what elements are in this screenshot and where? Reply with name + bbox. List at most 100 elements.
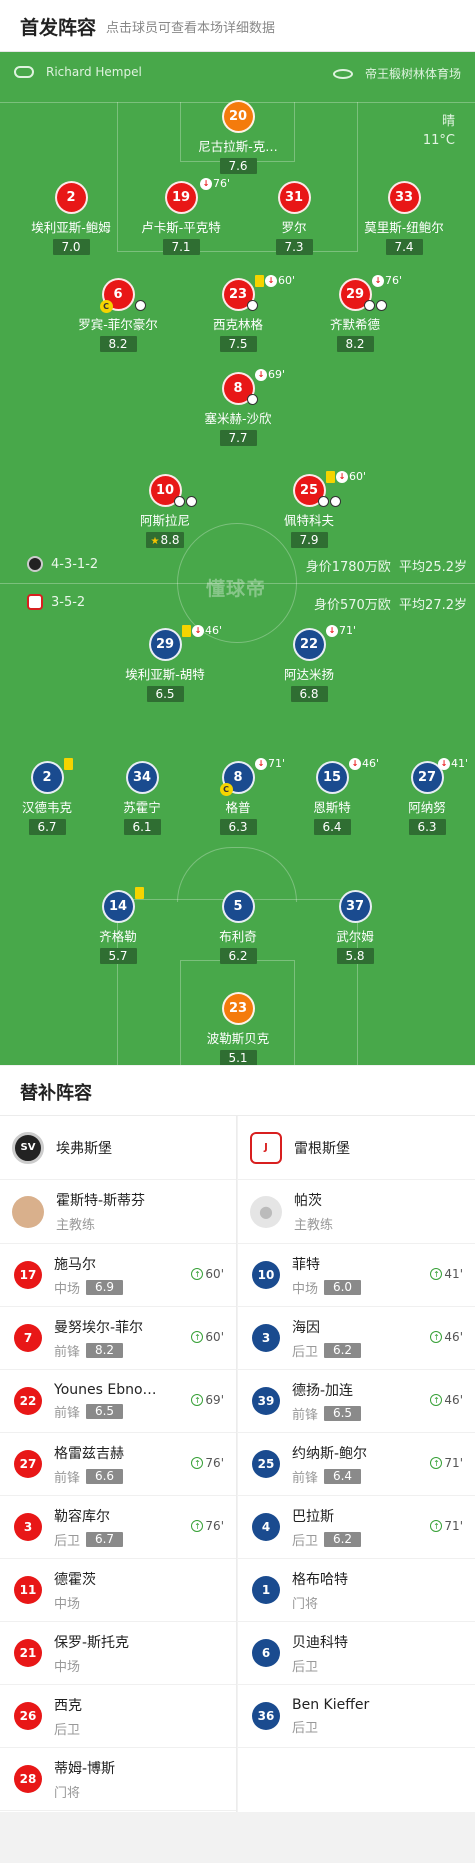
player-number: 22 bbox=[292, 628, 326, 661]
home-sub-player-7[interactable]: 7 曼努埃尔-菲尔 前锋 8.2 ↑ 60' bbox=[0, 1307, 236, 1370]
player-position: 后卫 bbox=[292, 1344, 319, 1360]
sub-badge: ↓ 60' bbox=[326, 471, 366, 483]
away-player-29[interactable]: 29 ↓ 46' 埃利亚斯-胡特 6.5 bbox=[110, 625, 222, 702]
sub-out-icon: ↓ bbox=[255, 369, 267, 381]
player-name: 巴拉斯 bbox=[292, 1508, 334, 1525]
home-player-20[interactable]: 20 尼古拉斯-克… 7.6 bbox=[183, 100, 293, 174]
home-sub-player-21[interactable]: 21 保罗-斯托克 中场 bbox=[0, 1622, 236, 1685]
away-player-15[interactable]: 15 ↓ 46' 恩斯特 6.4 bbox=[277, 758, 387, 835]
player-name: 布利奇 bbox=[219, 929, 257, 944]
home-sub-player-27[interactable]: 27 格雷兹吉赫 前锋 6.6 ↑ 76' bbox=[0, 1433, 236, 1496]
away-player-5[interactable]: 5 布利奇 6.2 bbox=[183, 890, 293, 964]
player-rating: 6.6 bbox=[86, 1468, 124, 1484]
player-number: 26 bbox=[14, 1702, 42, 1730]
player-name: 德扬-加连 bbox=[292, 1382, 354, 1399]
player-rating: 7.3 bbox=[275, 239, 313, 255]
referee-info: Richard Hempel bbox=[14, 65, 142, 79]
home-player-2[interactable]: 2 埃利亚斯-鲍姆 7.0 bbox=[16, 181, 126, 255]
home-player-8[interactable]: 8 ↓ 69' 塞米赫-沙欣 7.7 bbox=[183, 369, 293, 446]
sub-badge: ↓ 76' bbox=[372, 275, 402, 287]
player-name: 尼古拉斯-克… bbox=[198, 139, 278, 154]
goal-badge bbox=[247, 300, 259, 311]
home-player-23[interactable]: 23 ↓ 60' 西克林格 7.5 bbox=[183, 275, 295, 352]
sub-out-icon: ↓ bbox=[265, 275, 277, 287]
player-position: 中场 bbox=[292, 1281, 319, 1297]
sub-time: ↑ 60' bbox=[191, 1267, 224, 1281]
player-name: Ben Kieffer bbox=[292, 1696, 370, 1713]
player-name: 约纳斯-鲍尔 bbox=[292, 1445, 368, 1462]
away-sub-player-25[interactable]: 25 约纳斯-鲍尔 前锋 6.4 ↑ 71' bbox=[238, 1433, 475, 1496]
home-player-10[interactable]: 10 阿斯拉尼 ★8.8 bbox=[110, 474, 220, 548]
away-sub-player-3[interactable]: 3 海因 后卫 6.2 ↑ 46' bbox=[238, 1307, 475, 1370]
home-value: 身价1780万欧 bbox=[305, 560, 391, 575]
away-sub-player-1[interactable]: 1 格布哈特 门将 bbox=[238, 1559, 475, 1622]
lineup-header: 首发阵容 点击球员可查看本场详细数据 bbox=[0, 0, 475, 52]
player-number: 20 bbox=[221, 100, 255, 133]
player-number: 6C bbox=[99, 278, 135, 313]
venue-info: 帝王椴树林体育场 bbox=[332, 65, 461, 82]
home-player-33[interactable]: 33 莫里斯-纽鲍尔 7.4 bbox=[349, 181, 459, 255]
sub-in-icon: ↑ bbox=[191, 1268, 204, 1280]
player-name: 阿斯拉尼 bbox=[139, 513, 190, 528]
home-sub-player-11[interactable]: 11 德霍茨 中场 bbox=[0, 1559, 236, 1622]
home-player-19[interactable]: 19 ↓ 76' 卢卡斯-平克特 7.1 bbox=[126, 178, 236, 255]
yellow-card-icon bbox=[135, 887, 144, 899]
player-number: 22 bbox=[14, 1387, 42, 1415]
player-number: 2 bbox=[30, 761, 64, 794]
referee-name: Richard Hempel bbox=[46, 65, 142, 79]
assist-icon bbox=[330, 496, 341, 507]
player-name: 西克 bbox=[54, 1697, 82, 1714]
away-sub-player-39[interactable]: 39 德扬-加连 前锋 6.5 ↑ 46' bbox=[238, 1370, 475, 1433]
away-sub-player-4[interactable]: 4 巴拉斯 后卫 6.2 ↑ 71' bbox=[238, 1496, 475, 1559]
away-player-22[interactable]: 22 ↓ 71' 阿达米扬 6.8 bbox=[254, 625, 364, 702]
away-player-27[interactable]: 27 ↓ 41' 阿纳努 6.3 bbox=[372, 758, 475, 835]
home-player-31[interactable]: 31 罗尔 7.3 bbox=[239, 181, 349, 255]
home-sub-player-26[interactable]: 26 西克后卫 bbox=[0, 1685, 236, 1748]
home-sub-player-3[interactable]: 3 勒容库尔 后卫 6.7 ↑ 76' bbox=[0, 1496, 236, 1559]
player-rating: 6.5 bbox=[86, 1403, 124, 1419]
away-sub-player-36[interactable]: 36 Ben Kieffer 后卫 bbox=[238, 1685, 475, 1748]
player-rating: 6.2 bbox=[324, 1531, 362, 1547]
venue-name: 帝王椴树林体育场 bbox=[364, 67, 461, 81]
away-team-row[interactable]: J 雷根斯堡 bbox=[238, 1116, 475, 1180]
player-name: 莫里斯-纽鲍尔 bbox=[364, 220, 444, 235]
event-badge bbox=[364, 300, 388, 311]
away-sub-player-6[interactable]: 6 贝迪科特 后卫 bbox=[238, 1622, 475, 1685]
sub-in-icon: ↑ bbox=[430, 1520, 443, 1532]
player-number: 4 bbox=[252, 1513, 280, 1541]
away-sub-player-10[interactable]: 10 菲特 中场 6.0 ↑ 41' bbox=[238, 1244, 475, 1307]
player-rating: 6.7 bbox=[86, 1531, 124, 1547]
home-sub-player-17[interactable]: 17 施马尔 中场 6.9 ↑ 60' bbox=[0, 1244, 236, 1307]
player-number: 14 bbox=[101, 890, 135, 923]
home-team-row[interactable]: SV 埃弗斯堡 bbox=[0, 1116, 236, 1180]
player-name: Younes Ebno… bbox=[54, 1381, 157, 1398]
player-number: 28 bbox=[14, 1765, 42, 1793]
home-sub-player-28[interactable]: 28 蒂姆-博斯 门将 bbox=[0, 1748, 236, 1811]
home-player-29[interactable]: 29 ↓ 76' 齐默希德 8.2 bbox=[300, 275, 410, 352]
home-coach[interactable]: 霍斯特-斯蒂芬 主教练 bbox=[0, 1180, 236, 1244]
away-player-34[interactable]: 34 苏霍宁 6.1 bbox=[87, 761, 197, 835]
card-badge bbox=[135, 887, 145, 899]
away-team-name: 雷根斯堡 bbox=[294, 1140, 350, 1157]
player-position: 后卫 bbox=[54, 1722, 81, 1738]
player-name: 格布哈特 bbox=[292, 1571, 348, 1588]
goal-badge bbox=[247, 394, 259, 405]
player-name: 蒂姆-博斯 bbox=[54, 1760, 116, 1777]
player-number: 39 bbox=[252, 1387, 280, 1415]
away-player-37[interactable]: 37 武尔姆 5.8 bbox=[300, 890, 410, 964]
home-sub-player-22[interactable]: 22 Younes Ebno… 前锋 6.5 ↑ 69' bbox=[0, 1370, 236, 1433]
away-player-23[interactable]: 23 波勒斯贝克 5.1 bbox=[183, 992, 293, 1065]
captain-icon: C bbox=[219, 783, 233, 796]
sub-in-icon: ↑ bbox=[191, 1394, 204, 1406]
yellow-card-icon bbox=[255, 275, 264, 287]
away-coach[interactable]: ● 帕茨 主教练 bbox=[238, 1180, 475, 1244]
player-number: 34 bbox=[125, 761, 159, 794]
away-player-14[interactable]: 14 齐格勒 5.7 bbox=[63, 887, 173, 964]
sub-out-icon: ↓ bbox=[326, 625, 338, 637]
home-player-6[interactable]: 6C 罗宾-菲尔豪尔 8.2 bbox=[63, 278, 173, 352]
player-rating: 6.3 bbox=[219, 819, 257, 835]
sub-in-icon: ↑ bbox=[430, 1394, 443, 1406]
home-player-25[interactable]: 25 ↓ 60' 佩特科夫 7.9 bbox=[254, 471, 366, 548]
away-value: 身价570万欧 bbox=[313, 598, 391, 613]
player-position: 中场 bbox=[54, 1281, 81, 1297]
